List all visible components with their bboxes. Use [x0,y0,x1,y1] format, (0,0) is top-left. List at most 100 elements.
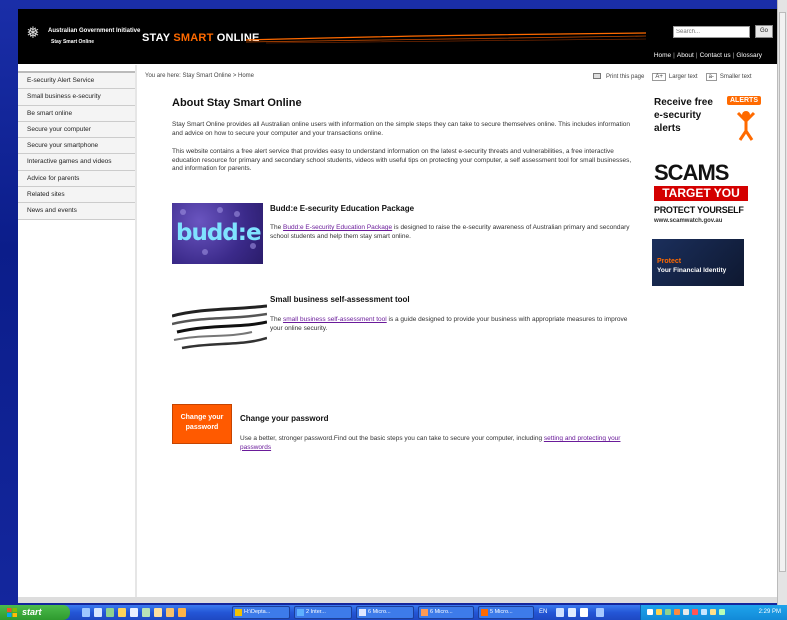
intro-paragraph-2: This website contains a free alert servi… [172,148,632,172]
change-password-thumb-line1: Change your [180,414,224,421]
scams-url: www.scamwatch.gov.au [654,218,723,224]
quicklaunch-desktop-icon[interactable] [82,608,90,617]
alerts-promo-banner[interactable]: Receive free e-security alerts ALERTS [654,96,766,156]
task-button-internet[interactable]: 2 Inter... [294,606,352,619]
toolbar-keyboard-icon[interactable] [568,608,576,617]
toolbar-pen-icon[interactable] [580,608,588,617]
alerts-badge: ALERTS [727,96,761,105]
financial-identity-promo-banner[interactable]: Protect Your Financial Identity [652,239,744,286]
task-button-excel[interactable]: 5 Micro... [478,606,534,619]
language-indicator[interactable]: EN [539,607,547,618]
horizontal-scrollbar[interactable] [18,597,778,603]
tray-antivirus-icon[interactable] [674,609,680,615]
smaller-text-link[interactable]: Smaller text [720,74,752,80]
tray-display-icon[interactable] [701,609,707,615]
sidebar-item-games-videos[interactable]: Interactive games and videos [18,154,135,171]
header-link-home[interactable]: Home [654,52,671,59]
tray-alert-icon[interactable] [692,609,698,615]
tray-security-icon[interactable] [656,609,662,615]
search-input[interactable] [673,26,750,38]
intro-paragraph-1: Stay Smart Online provides all Australia… [172,121,630,137]
logo-text-smart: SMART [173,32,214,44]
task-label-excel: 5 Micro... [490,609,513,615]
browser-window: ❅ Australian Government Initiative Stay … [18,9,778,603]
task-label-folder: H:\Depta... [244,609,271,615]
system-tray: 2:29 PM [640,605,787,620]
sidebar-item-news[interactable]: News and events [18,203,135,220]
budde-heading: Budd:e E-security Education Package [270,204,415,213]
smaller-text-icon[interactable]: a- [705,73,717,81]
sidebar-item-secure-smartphone[interactable]: Secure your smartphone [18,138,135,155]
header-link-about[interactable]: About [677,52,694,59]
toolbar-tools-icon[interactable] [596,608,604,617]
small-business-link[interactable]: small business self-assessment tool [283,316,387,323]
sidebar-nav: E-security Alert Service Small business … [18,71,135,220]
tray-printer-icon[interactable] [683,609,689,615]
header-swoosh-graphic [246,32,646,44]
budde-link[interactable]: Budd:e E-security Education Package [283,224,392,231]
task-button-powerpoint[interactable]: 6 Micro... [418,606,474,619]
coat-of-arms-icon[interactable]: ❅ [22,24,44,44]
quicklaunch-media-icon[interactable] [178,608,186,617]
gov-subtitle-label: Stay Smart Online [51,39,95,45]
tray-update-icon[interactable] [665,609,671,615]
breadcrumb: You are here: Stay Smart Online > Home [145,73,255,79]
budde-thumbnail[interactable]: budd:e [172,203,263,264]
quicklaunch-word-icon[interactable] [130,608,138,617]
header-links: Home | About | Contact us | Glossary [653,52,762,59]
taskbar-clock[interactable]: 2:29 PM [759,605,781,620]
toolbar-help-icon[interactable] [556,608,564,617]
scams-protect: PROTECT YOURSELF [654,205,744,215]
start-button[interactable]: start [0,605,70,620]
site-header: ❅ Australian Government Initiative Stay … [18,9,778,64]
change-password-description: Use a better, stronger password.Find out… [240,435,650,452]
sidebar-item-related-sites[interactable]: Related sites [18,187,135,204]
header-link-contact[interactable]: Contact us [700,52,731,59]
sidebar-item-small-business[interactable]: Small business e-security [18,89,135,106]
change-password-thumbnail[interactable]: Change your password [172,404,232,444]
task-button-folder[interactable]: H:\Depta... [232,606,290,619]
task-button-word[interactable]: 6 Micro... [356,606,414,619]
search-go-button[interactable]: Go [755,25,773,38]
quicklaunch-folder-icon[interactable] [166,608,174,617]
vertical-scrollbar[interactable] [777,0,787,605]
scamwatch-promo-banner[interactable]: SCAMS TARGET YOU PROTECT YOURSELF www.sc… [654,162,748,224]
protect-line1: Protect [657,258,682,265]
quicklaunch-explorer-icon[interactable] [94,608,102,617]
quicklaunch-excel-icon[interactable] [142,608,150,617]
task-label-word: 6 Micro... [368,609,391,615]
header-link-glossary[interactable]: Glossary [736,52,762,59]
budde-logo-text: budd:e [176,220,262,246]
site-logo[interactable]: STAY SMART ONLINE [142,32,260,44]
print-icon[interactable] [593,73,601,80]
scrollbar-thumb[interactable] [779,12,786,572]
small-business-description: The small business self-assessment tool … [270,316,640,333]
larger-text-link[interactable]: Larger text [669,74,698,80]
quicklaunch-ie-icon[interactable] [118,608,126,617]
sidebar-divider [135,65,137,603]
tray-battery-icon[interactable] [719,609,725,615]
gov-initiative-label: Australian Government Initiative [48,28,141,34]
print-link[interactable]: Print this page [606,74,644,80]
small-business-heading: Small business self-assessment tool [270,295,410,304]
task-label-powerpoint: 6 Micro... [430,609,453,615]
tray-volume-icon[interactable] [710,609,716,615]
scams-title: SCAMS [654,160,729,185]
utility-bar: Print this page A+ Larger text a- Smaller te… [593,73,752,81]
sidebar-item-alert-service[interactable]: E-security Alert Service [18,73,135,90]
quicklaunch-app-icon[interactable] [106,608,114,617]
change-password-thumb-line2: password [185,424,219,431]
page-title: About Stay Smart Online [172,97,302,109]
windows-flag-icon [7,608,17,617]
budde-description: The Budd:e E-security Education Package … [270,224,640,241]
alert-figure-icon [736,111,756,141]
cables-thumbnail[interactable] [172,298,267,354]
tray-network-icon[interactable] [647,609,653,615]
larger-text-icon[interactable]: A+ [652,73,666,81]
taskbar: start H:\Depta... 2 Inter... 6 Micro... … [0,605,787,620]
sidebar-item-parents[interactable]: Advice for parents [18,170,135,188]
small-business-text-before: The [270,316,284,323]
quicklaunch-outlook-icon[interactable] [154,608,162,617]
sidebar-item-be-smart[interactable]: Be smart online [18,105,135,122]
sidebar-item-secure-computer[interactable]: Secure your computer [18,121,135,139]
